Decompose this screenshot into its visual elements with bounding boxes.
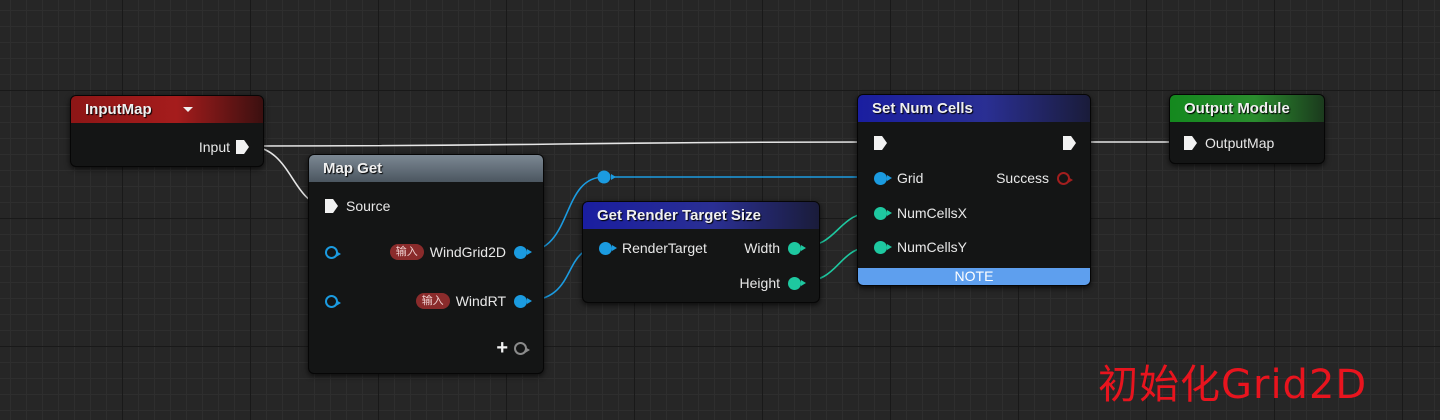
node-input-map-header[interactable]: InputMap bbox=[71, 96, 263, 123]
pin-input-label: Input bbox=[198, 139, 230, 155]
pin-width-label: Width bbox=[744, 240, 780, 256]
pin-dot-icon[interactable] bbox=[788, 241, 806, 255]
pin-windrt-label: WindRT bbox=[455, 293, 506, 309]
pin-source-label: Source bbox=[346, 198, 391, 214]
node-map-get-header[interactable]: Map Get bbox=[309, 155, 543, 182]
pin-dot-icon[interactable] bbox=[599, 241, 617, 255]
exec-arrow-icon[interactable] bbox=[236, 140, 249, 154]
pin-numcellsy-label: NumCellsY bbox=[897, 239, 968, 255]
pin-height[interactable]: Height bbox=[739, 272, 806, 294]
pin-grid-label: Grid bbox=[897, 170, 924, 186]
pin-success-label: Success bbox=[996, 170, 1049, 186]
pin-windgrid-input[interactable] bbox=[325, 241, 341, 263]
pin-grid[interactable]: Grid bbox=[874, 167, 923, 189]
node-set-num-cells-title: Set Num Cells bbox=[872, 100, 973, 117]
pin-output-map[interactable]: OutputMap bbox=[1184, 132, 1274, 154]
input-tag: 输入 bbox=[389, 244, 424, 260]
note-bar[interactable]: NOTE bbox=[858, 268, 1090, 285]
node-input-map[interactable]: InputMap Input bbox=[70, 95, 264, 167]
pin-dot-icon[interactable] bbox=[874, 171, 892, 185]
node-map-get-title: Map Get bbox=[323, 160, 383, 177]
pin-dot-icon[interactable] bbox=[874, 206, 892, 220]
plus-icon[interactable]: + bbox=[496, 337, 508, 360]
exec-arrow-icon[interactable] bbox=[1063, 136, 1076, 150]
pin-source[interactable]: Source bbox=[325, 195, 390, 217]
pin-input[interactable]: Input bbox=[199, 136, 249, 158]
node-set-num-cells-header[interactable]: Set Num Cells bbox=[858, 95, 1090, 122]
reroute-node-arrow bbox=[611, 174, 616, 180]
node-input-map-title: InputMap bbox=[85, 101, 152, 118]
pin-dot-icon[interactable] bbox=[325, 294, 341, 308]
add-pin-button[interactable]: + bbox=[496, 337, 530, 360]
pin-dot-icon[interactable] bbox=[788, 276, 806, 290]
reroute-node bbox=[597, 170, 611, 184]
exec-wire-input-to-setnumcells bbox=[247, 141, 873, 147]
pin-exec-out[interactable] bbox=[1063, 132, 1076, 154]
pin-dot-icon[interactable] bbox=[874, 240, 892, 254]
graph-caption: 初始化Grid2D bbox=[1098, 362, 1368, 408]
pin-dot-icon[interactable] bbox=[325, 245, 341, 259]
input-tag: 输入 bbox=[415, 293, 450, 309]
node-output-module[interactable]: Output Module OutputMap bbox=[1169, 94, 1325, 164]
pin-windrt[interactable]: 输入 WindRT bbox=[415, 290, 532, 312]
node-set-num-cells[interactable]: Set Num Cells Grid Success NumCellsX Num… bbox=[857, 94, 1091, 286]
pin-windrt-input[interactable] bbox=[325, 290, 341, 312]
pin-dot-icon[interactable] bbox=[514, 341, 530, 355]
node-get-render-target-size[interactable]: Get Render Target Size RenderTarget Widt… bbox=[582, 201, 820, 303]
exec-arrow-icon[interactable] bbox=[1184, 136, 1197, 150]
pin-height-label: Height bbox=[739, 275, 780, 291]
node-get-render-target-size-header[interactable]: Get Render Target Size bbox=[583, 202, 819, 229]
pin-output-map-label: OutputMap bbox=[1205, 135, 1275, 151]
pin-dot-icon[interactable] bbox=[1057, 171, 1073, 185]
node-get-render-target-size-title: Get Render Target Size bbox=[597, 207, 761, 224]
chevron-down-icon[interactable] bbox=[183, 107, 193, 112]
pin-numcellsx-label: NumCellsX bbox=[897, 205, 968, 221]
node-output-module-title: Output Module bbox=[1184, 100, 1290, 117]
pin-width[interactable]: Width bbox=[744, 237, 806, 259]
pin-render-target-label: RenderTarget bbox=[622, 240, 707, 256]
node-output-module-header[interactable]: Output Module bbox=[1170, 95, 1324, 122]
pin-windgrid2d[interactable]: 输入 WindGrid2D bbox=[389, 241, 532, 263]
pin-numcellsx[interactable]: NumCellsX bbox=[874, 202, 967, 224]
pin-windgrid2d-label: WindGrid2D bbox=[429, 244, 506, 260]
exec-arrow-icon[interactable] bbox=[874, 136, 887, 150]
pin-exec-in[interactable] bbox=[874, 132, 887, 154]
pin-dot-icon[interactable] bbox=[514, 245, 532, 259]
pin-dot-icon[interactable] bbox=[514, 294, 532, 308]
pin-numcellsy[interactable]: NumCellsY bbox=[874, 236, 967, 258]
pin-render-target[interactable]: RenderTarget bbox=[599, 237, 707, 259]
exec-arrow-icon[interactable] bbox=[325, 199, 338, 213]
node-map-get[interactable]: Map Get Source 输入 WindGrid2D 输入 WindRT + bbox=[308, 154, 544, 374]
pin-success[interactable]: Success bbox=[996, 167, 1073, 189]
